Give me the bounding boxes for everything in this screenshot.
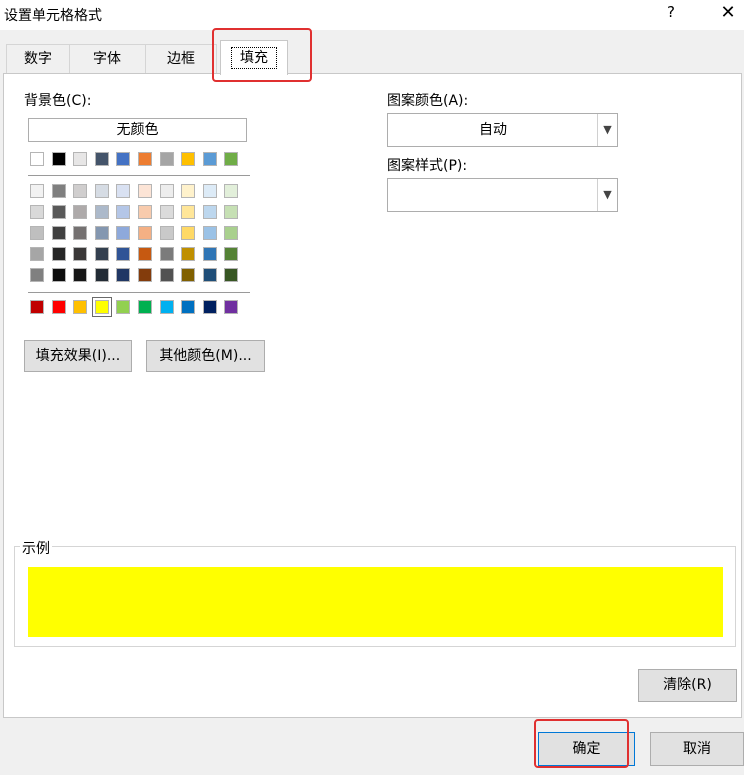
sample-label: 示例: [20, 538, 52, 558]
color-swatch[interactable]: [138, 300, 152, 314]
color-swatch[interactable]: [138, 226, 152, 240]
window-title: 设置单元格格式: [4, 8, 102, 24]
fill-effects-button[interactable]: 填充效果(I)...: [24, 340, 132, 372]
color-swatch[interactable]: [224, 268, 239, 282]
more-colors-button[interactable]: 其他颜色(M)...: [146, 340, 265, 372]
color-swatch[interactable]: [181, 247, 196, 261]
color-swatch[interactable]: [73, 268, 88, 282]
tab-number[interactable]: 数字: [6, 44, 70, 74]
cancel-button[interactable]: 取消: [650, 732, 744, 766]
color-swatch[interactable]: [202, 184, 217, 198]
color-swatch[interactable]: [159, 226, 174, 240]
color-swatch[interactable]: [94, 184, 109, 198]
color-swatch[interactable]: [94, 226, 109, 240]
color-swatch[interactable]: [159, 205, 174, 219]
color-swatch[interactable]: [73, 152, 88, 166]
color-swatch[interactable]: [159, 247, 174, 261]
color-swatch[interactable]: [73, 184, 88, 198]
color-swatch[interactable]: [30, 247, 44, 261]
color-swatch[interactable]: [94, 152, 109, 166]
color-swatch[interactable]: [30, 152, 44, 166]
color-swatch[interactable]: [94, 205, 109, 219]
color-swatch[interactable]: [30, 300, 44, 314]
color-swatch[interactable]: [159, 152, 174, 166]
color-swatch[interactable]: [224, 184, 239, 198]
pattern-style-select[interactable]: ▼: [387, 178, 618, 212]
color-swatch[interactable]: [73, 205, 88, 219]
title-bar: 设置单元格格式 ? ✕: [0, 0, 744, 30]
chevron-down-icon[interactable]: ▼: [597, 179, 617, 211]
color-swatch[interactable]: [116, 152, 131, 166]
color-swatch[interactable]: [116, 268, 131, 282]
pattern-color-select[interactable]: 自动 ▼: [387, 113, 618, 147]
color-swatch[interactable]: [181, 205, 196, 219]
color-swatch[interactable]: [138, 205, 152, 219]
color-swatch[interactable]: [138, 152, 152, 166]
color-swatch[interactable]: [51, 268, 66, 282]
color-swatch[interactable]: [202, 247, 217, 261]
clear-button[interactable]: 清除(R): [638, 669, 737, 702]
pattern-style-label: 图案样式(P):: [387, 158, 468, 174]
pattern-color-label: 图案颜色(A):: [387, 93, 469, 109]
color-swatch[interactable]: [138, 184, 152, 198]
color-swatch[interactable]: [73, 300, 88, 314]
color-swatch[interactable]: [181, 184, 196, 198]
highlight-ok-button: [534, 719, 629, 768]
color-swatch[interactable]: [91, 297, 112, 317]
tab-border[interactable]: 边框: [146, 44, 217, 74]
color-swatch[interactable]: [202, 205, 217, 219]
color-swatch[interactable]: [181, 300, 196, 314]
color-swatch[interactable]: [94, 247, 109, 261]
color-swatch[interactable]: [159, 268, 174, 282]
color-swatch[interactable]: [202, 268, 217, 282]
palette-separator: [28, 175, 250, 176]
color-swatch[interactable]: [224, 205, 239, 219]
color-swatch[interactable]: [51, 226, 66, 240]
pattern-style-value: [388, 179, 598, 211]
sample-preview: [28, 567, 723, 637]
color-swatch[interactable]: [51, 247, 66, 261]
color-swatch[interactable]: [30, 205, 44, 219]
color-swatch[interactable]: [202, 152, 217, 166]
close-icon[interactable]: ✕: [716, 2, 740, 23]
palette-separator: [28, 292, 250, 293]
color-swatch[interactable]: [224, 152, 239, 166]
color-swatch[interactable]: [73, 247, 88, 261]
color-swatch[interactable]: [51, 152, 66, 166]
color-swatch[interactable]: [116, 247, 131, 261]
color-swatch[interactable]: [138, 247, 152, 261]
color-swatch[interactable]: [116, 205, 131, 219]
color-swatch[interactable]: [116, 300, 131, 314]
highlight-fill-tab: [212, 28, 312, 82]
color-swatch[interactable]: [51, 300, 66, 314]
color-swatch[interactable]: [51, 184, 66, 198]
background-color-label: 背景色(C):: [24, 93, 92, 109]
chevron-down-icon[interactable]: ▼: [597, 114, 617, 146]
color-swatch[interactable]: [30, 184, 44, 198]
color-swatch[interactable]: [116, 184, 131, 198]
tab-font[interactable]: 字体: [69, 44, 146, 74]
color-swatch[interactable]: [202, 300, 217, 314]
color-swatch[interactable]: [51, 205, 66, 219]
color-swatch[interactable]: [30, 268, 44, 282]
color-swatch[interactable]: [73, 226, 88, 240]
color-swatch[interactable]: [30, 226, 44, 240]
color-swatch[interactable]: [138, 268, 152, 282]
no-color-button[interactable]: 无颜色: [28, 118, 247, 142]
color-swatch[interactable]: [224, 226, 239, 240]
help-icon[interactable]: ?: [664, 3, 678, 21]
color-swatch[interactable]: [181, 152, 196, 166]
color-swatch[interactable]: [181, 268, 196, 282]
color-swatch[interactable]: [94, 268, 109, 282]
color-swatch[interactable]: [116, 226, 131, 240]
pattern-color-value: 自动: [479, 122, 507, 138]
color-swatch[interactable]: [224, 300, 239, 314]
color-swatch[interactable]: [224, 247, 239, 261]
color-swatch[interactable]: [202, 226, 217, 240]
color-swatch[interactable]: [181, 226, 196, 240]
color-swatch[interactable]: [159, 184, 174, 198]
color-swatch[interactable]: [159, 300, 174, 314]
